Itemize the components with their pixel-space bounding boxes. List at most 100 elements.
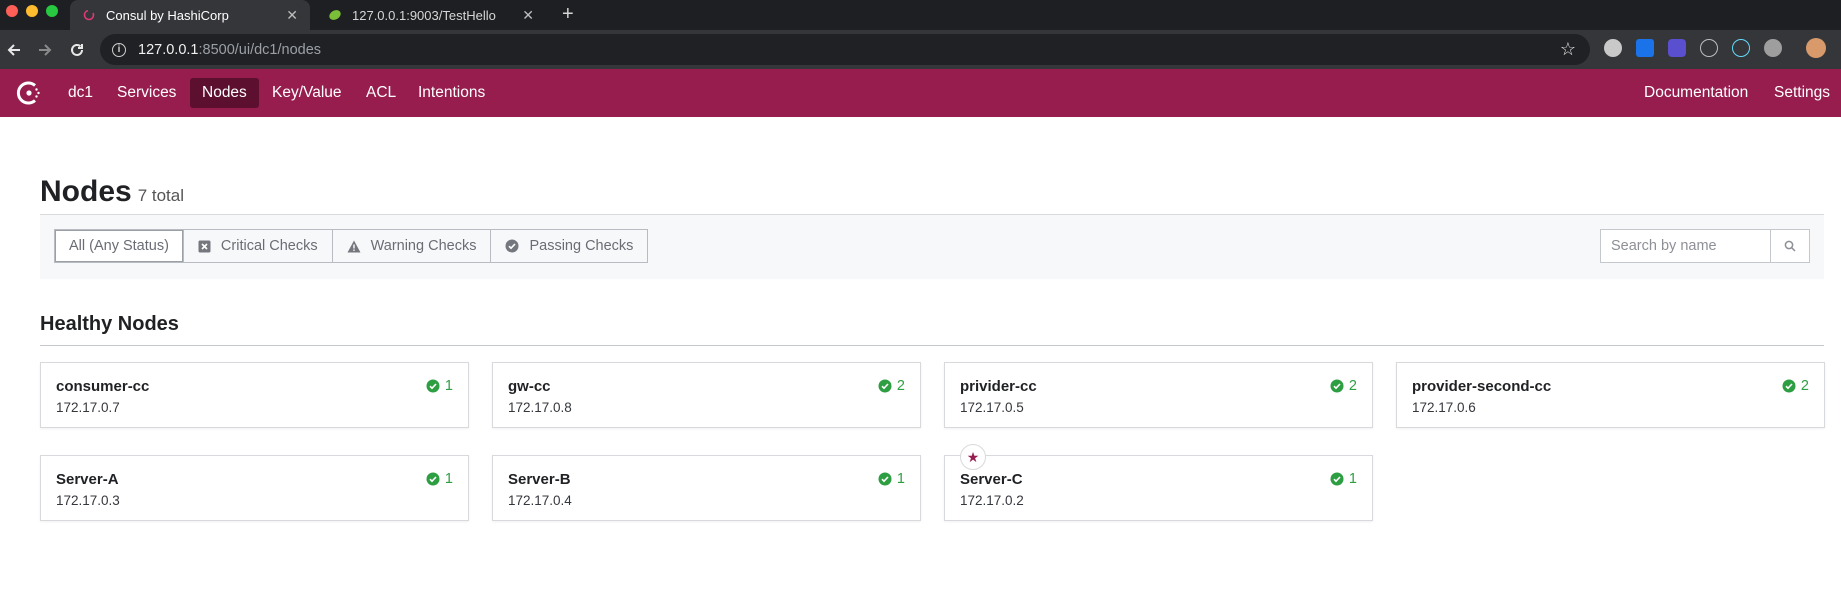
passing-checks-badge: 1: [426, 378, 453, 394]
search-box: [1600, 229, 1810, 263]
maximize-window-button[interactable]: [46, 5, 58, 17]
nav-intentions[interactable]: Intentions: [406, 78, 497, 108]
forward-arrow-icon[interactable]: [34, 39, 56, 61]
passing-checks-badge: 1: [426, 471, 453, 487]
node-name: privider-cc: [960, 378, 1037, 395]
node-card-server-b[interactable]: Server-B 172.17.0.4 1: [492, 455, 921, 521]
nodes-page: Nodes 7 total All (Any Status) Critical …: [40, 175, 1825, 521]
close-window-button[interactable]: [6, 5, 18, 17]
datacenter-selector[interactable]: dc1: [56, 78, 105, 108]
filter-label: Critical Checks: [220, 238, 318, 254]
browser-tab-strip: Consul by HashiCorp ✕ 127.0.0.1:9003/Tes…: [0, 0, 1841, 30]
nav-documentation[interactable]: Documentation: [1632, 78, 1760, 108]
filter-all[interactable]: All (Any Status): [54, 229, 184, 263]
node-card-server-a[interactable]: Server-A 172.17.0.3 1: [40, 455, 469, 521]
filter-passing[interactable]: Passing Checks: [491, 229, 649, 263]
window-controls: [6, 5, 58, 17]
browser-toolbar: i 127.0.0.1:8500/ui/dc1/nodes ☆: [0, 30, 1841, 69]
browser-tab-consul[interactable]: Consul by HashiCorp ✕: [70, 0, 310, 30]
check-count: 1: [1348, 471, 1357, 487]
passing-checks-badge: 2: [1330, 378, 1357, 394]
node-card-consumer-cc[interactable]: consumer-cc 172.17.0.7 1: [40, 362, 469, 428]
tab-title: Consul by HashiCorp: [106, 7, 229, 23]
status-filter-group: All (Any Status) Critical Checks Warning…: [54, 229, 649, 263]
minimize-window-button[interactable]: [26, 5, 38, 17]
node-card-server-c[interactable]: ★ Server-C 172.17.0.2 1: [944, 444, 1373, 521]
extension-globe-icon[interactable]: [1604, 39, 1622, 57]
node-count: 7 total: [137, 186, 184, 205]
passing-check-icon: [426, 379, 440, 393]
bookmark-star-icon[interactable]: ☆: [1560, 39, 1576, 60]
node-card-privider-cc[interactable]: privider-cc 172.17.0.5 2: [944, 362, 1373, 428]
passing-check-icon: [878, 379, 892, 393]
profile-avatar[interactable]: [1806, 38, 1826, 58]
node-name: Server-C: [960, 471, 1023, 488]
passing-check-icon: [1782, 379, 1796, 393]
filter-warning[interactable]: Warning Checks: [332, 229, 492, 263]
check-count: 1: [444, 378, 453, 394]
filter-label: Warning Checks: [370, 238, 477, 254]
check-count: 1: [444, 471, 453, 487]
consul-header: dc1 Services Nodes Key/Value ACL Intenti…: [0, 69, 1841, 117]
browser-tab-testhello[interactable]: 127.0.0.1:9003/TestHello ✕: [316, 0, 546, 30]
close-tab-icon[interactable]: ✕: [286, 7, 298, 24]
info-icon[interactable]: i: [112, 42, 126, 57]
close-tab-icon[interactable]: ✕: [522, 7, 534, 24]
nav-key-value[interactable]: Key/Value: [260, 78, 354, 108]
warning-triangle-icon: [347, 240, 361, 253]
passing-check-icon: [426, 472, 440, 486]
extension-react-devtools-icon[interactable]: [1732, 39, 1750, 57]
nav-settings[interactable]: Settings: [1762, 78, 1841, 108]
page-heading: Nodes 7 total: [40, 175, 1824, 209]
search-input[interactable]: [1600, 229, 1770, 263]
node-name: provider-second-cc: [1412, 378, 1552, 395]
spring-leaf-icon: [328, 8, 342, 22]
filter-critical[interactable]: Critical Checks: [183, 229, 333, 263]
extension-bookmark-icon[interactable]: [1636, 39, 1654, 57]
filter-bar: All (Any Status) Critical Checks Warning…: [40, 215, 1824, 279]
node-name: Server-B: [508, 471, 571, 488]
node-name: gw-cc: [508, 378, 551, 395]
search-icon[interactable]: [1770, 229, 1810, 263]
check-count: 2: [896, 378, 905, 394]
check-count: 1: [896, 471, 905, 487]
node-address: 172.17.0.8: [508, 400, 572, 415]
page-title: Nodes: [40, 175, 132, 208]
check-count: 2: [1348, 378, 1357, 394]
extension-react-icon[interactable]: [1700, 39, 1718, 57]
passing-checks-badge: 2: [878, 378, 905, 394]
node-card-gw-cc[interactable]: gw-cc 172.17.0.8 2: [492, 362, 921, 428]
extension-gear-icon[interactable]: [1764, 39, 1782, 57]
node-address: 172.17.0.2: [960, 493, 1024, 508]
node-address: 172.17.0.6: [1412, 400, 1476, 415]
consul-logo-icon[interactable]: [15, 79, 43, 107]
back-arrow-icon[interactable]: [3, 39, 25, 61]
node-name: consumer-cc: [56, 378, 150, 395]
node-address: 172.17.0.3: [56, 493, 120, 508]
new-tab-button[interactable]: +: [562, 3, 574, 26]
node-address: 172.17.0.4: [508, 493, 572, 508]
filter-label: All (Any Status): [69, 238, 169, 254]
passing-checks-badge: 1: [1330, 471, 1357, 487]
extension-shield-icon[interactable]: [1668, 39, 1686, 57]
filter-label: Passing Checks: [529, 238, 634, 254]
node-name: Server-A: [56, 471, 119, 488]
consul-favicon-icon: [82, 8, 96, 22]
nav-acl[interactable]: ACL: [354, 78, 408, 108]
section-divider: [40, 345, 1824, 346]
passing-check-icon: [505, 239, 519, 253]
critical-x-icon: [198, 240, 211, 253]
section-title-healthy-nodes: Healthy Nodes: [40, 313, 179, 335]
address-bar[interactable]: i 127.0.0.1:8500/ui/dc1/nodes ☆: [100, 34, 1590, 65]
url-path: :8500/ui/dc1/nodes: [198, 41, 322, 58]
nav-nodes[interactable]: Nodes: [190, 78, 259, 108]
leader-star-icon: ★: [960, 444, 986, 470]
node-address: 172.17.0.5: [960, 400, 1024, 415]
passing-checks-badge: 1: [878, 471, 905, 487]
passing-checks-badge: 2: [1782, 378, 1809, 394]
passing-check-icon: [1330, 472, 1344, 486]
nav-services[interactable]: Services: [105, 78, 188, 108]
node-card-provider-second-cc[interactable]: provider-second-cc 172.17.0.6 2: [1396, 362, 1825, 428]
node-grid: consumer-cc 172.17.0.7 1 gw-cc 172.17.0.…: [40, 362, 1825, 521]
reload-icon[interactable]: [66, 39, 88, 61]
